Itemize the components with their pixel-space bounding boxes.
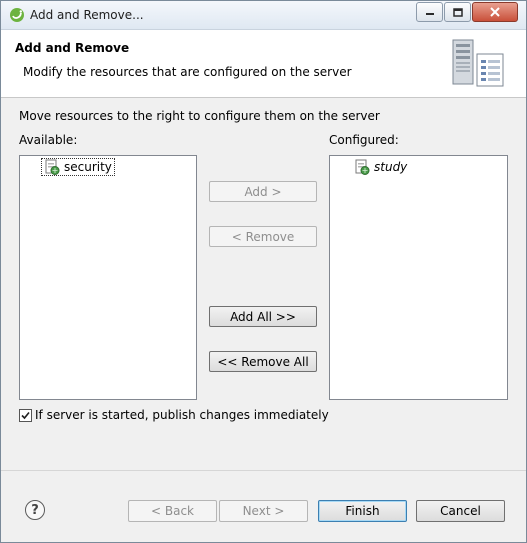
list-item-study[interactable]: study — [352, 159, 409, 175]
list-item-security[interactable]: security — [41, 158, 115, 176]
maximize-icon — [452, 7, 463, 17]
checkmark-icon — [21, 411, 30, 420]
instruction-text: Move resources to the right to configure… — [19, 109, 380, 123]
web-module-icon — [355, 159, 370, 175]
footer-divider — [1, 470, 526, 471]
server-config-icon — [452, 39, 504, 87]
list-item-label: security — [64, 160, 112, 174]
close-icon — [490, 7, 500, 17]
available-list[interactable]: security — [19, 155, 197, 400]
add-button[interactable]: Add > — [209, 181, 317, 202]
wizard-footer: ? < Back Next > Finish Cancel — [1, 470, 526, 542]
help-icon[interactable]: ? — [25, 500, 45, 520]
available-label: Available: — [19, 133, 78, 147]
next-button[interactable]: Next > — [219, 500, 308, 522]
spring-app-icon — [10, 8, 24, 22]
finish-button[interactable]: Finish — [318, 500, 407, 522]
cancel-button[interactable]: Cancel — [416, 500, 505, 522]
minimize-icon — [425, 13, 434, 15]
minimize-button[interactable] — [416, 2, 443, 22]
page-title: Add and Remove — [15, 41, 130, 55]
web-module-icon — [45, 159, 60, 175]
maximize-button[interactable] — [444, 2, 471, 22]
main-panel: Move resources to the right to configure… — [1, 98, 526, 470]
wizard-header: Add and Remove Modify the resources that… — [1, 30, 526, 98]
close-button[interactable] — [472, 2, 518, 22]
publish-checkbox[interactable] — [19, 409, 32, 422]
add-all-button[interactable]: Add All >> — [209, 306, 317, 327]
publish-label[interactable]: If server is started, publish changes im… — [35, 408, 329, 422]
window-title: Add and Remove... — [30, 8, 144, 22]
remove-button[interactable]: < Remove — [209, 226, 317, 247]
page-description: Modify the resources that are configured… — [23, 65, 352, 79]
list-item-label: study — [374, 160, 408, 174]
configured-label: Configured: — [329, 133, 399, 147]
remove-all-button[interactable]: << Remove All — [209, 351, 317, 372]
back-button[interactable]: < Back — [128, 500, 217, 522]
title-bar[interactable]: Add and Remove... — [1, 1, 526, 30]
dialog-window: Add and Remove... Add and Remove Modify … — [0, 0, 527, 543]
configured-list[interactable]: study — [329, 155, 508, 400]
